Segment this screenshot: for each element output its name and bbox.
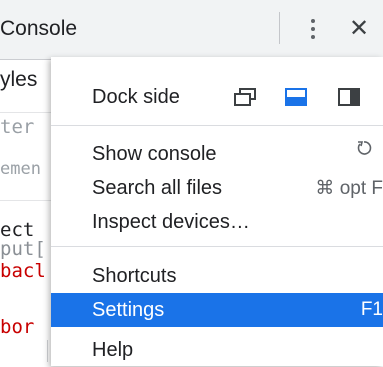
shortcuts-label: Shortcuts xyxy=(92,265,177,287)
show-console-label: Show console xyxy=(92,143,217,165)
menu-item-inspect-devices[interactable]: Inspect devices… xyxy=(51,205,383,239)
filter-input[interactable]: ter xyxy=(0,116,34,138)
undock-into-separate-window-icon[interactable] xyxy=(234,88,256,106)
menu-item-shortcuts[interactable]: Shortcuts xyxy=(51,259,383,293)
element-style-text: emen xyxy=(0,159,41,179)
menu-item-show-console[interactable]: Show console xyxy=(51,137,383,171)
css-property-border[interactable]: bor xyxy=(0,316,34,338)
more-options-icon[interactable] xyxy=(298,12,328,46)
more-options-menu: Dock side Show console Search all files … xyxy=(51,57,383,366)
toolbar-divider xyxy=(279,12,280,44)
inspect-devices-label: Inspect devices… xyxy=(92,211,250,233)
styles-tab[interactable]: yles xyxy=(0,68,37,92)
dock-to-bottom-icon[interactable] xyxy=(285,88,307,106)
menu-item-dock-side: Dock side xyxy=(51,77,383,117)
menu-divider xyxy=(51,125,383,126)
console-tab[interactable]: Console xyxy=(0,17,77,41)
menu-item-search-all-files[interactable]: Search all files ⌘ opt F xyxy=(51,171,383,205)
menu-item-settings[interactable]: Settings F1 xyxy=(51,293,383,327)
refresh-icon xyxy=(357,141,372,155)
search-all-files-shortcut: ⌘ opt F xyxy=(315,178,383,199)
settings-label: Settings xyxy=(92,299,165,321)
menu-divider xyxy=(51,246,383,247)
close-icon[interactable]: ✕ xyxy=(346,14,372,44)
css-selector-input: put[ xyxy=(0,238,46,260)
dock-to-right-icon[interactable] xyxy=(338,88,360,106)
devtools-toolbar: Console ✕ xyxy=(0,0,383,60)
help-label: Help xyxy=(92,339,134,361)
text-cursor xyxy=(47,340,48,362)
settings-shortcut: F1 xyxy=(360,299,383,320)
search-all-files-label: Search all files xyxy=(92,177,223,199)
dock-side-label: Dock side xyxy=(92,86,180,108)
css-property-background[interactable]: bacl xyxy=(0,260,46,282)
menu-item-help[interactable]: Help xyxy=(51,333,383,367)
